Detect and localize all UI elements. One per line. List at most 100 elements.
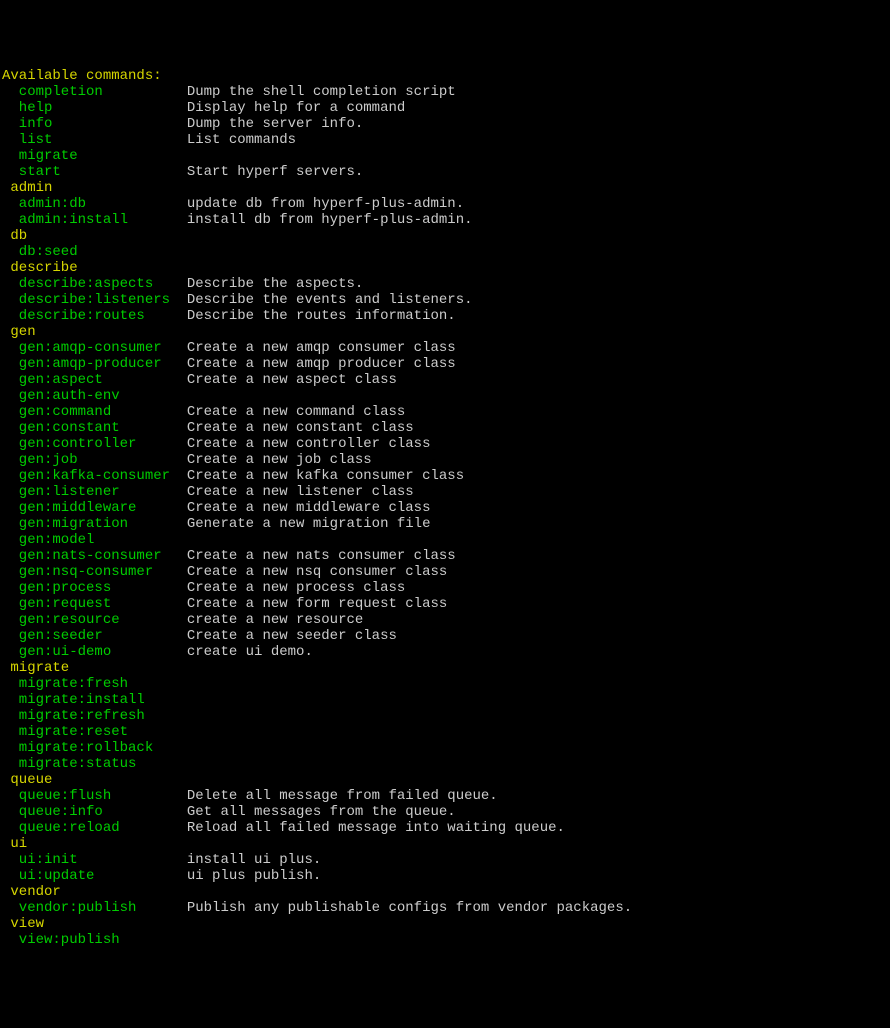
command-row: completion Dump the shell completion scr…	[2, 84, 888, 100]
command-name: completion	[2, 84, 187, 100]
command-name: gen:resource	[2, 612, 187, 628]
command-name: gen:amqp-consumer	[2, 340, 187, 356]
command-description: create ui demo.	[187, 644, 313, 660]
command-description: Create a new job class	[187, 452, 372, 468]
command-name: gen:listener	[2, 484, 187, 500]
command-name: gen:model	[2, 532, 187, 548]
command-description: Create a new seeder class	[187, 628, 397, 644]
command-row: migrate	[2, 148, 888, 164]
command-name: gen:ui-demo	[2, 644, 187, 660]
command-row: admin:install install db from hyperf-plu…	[2, 212, 888, 228]
command-name: gen:command	[2, 404, 187, 420]
command-row: describe:listeners Describe the events a…	[2, 292, 888, 308]
command-name: migrate:reset	[2, 724, 187, 740]
command-row: gen:kafka-consumer Create a new kafka co…	[2, 468, 888, 484]
command-name: gen:nsq-consumer	[2, 564, 187, 580]
command-description: Get all messages from the queue.	[187, 804, 456, 820]
command-name: queue:reload	[2, 820, 187, 836]
command-row: gen:process Create a new process class	[2, 580, 888, 596]
command-name: ui:update	[2, 868, 187, 884]
section-header-admin: admin	[2, 180, 888, 196]
command-description: Create a new nats consumer class	[187, 548, 456, 564]
command-name: describe:routes	[2, 308, 187, 324]
command-name: gen:aspect	[2, 372, 187, 388]
command-row: gen:controller Create a new controller c…	[2, 436, 888, 452]
command-description: create a new resource	[187, 612, 363, 628]
command-description: Create a new process class	[187, 580, 405, 596]
command-name: gen:nats-consumer	[2, 548, 187, 564]
command-description: ui plus publish.	[187, 868, 321, 884]
command-description: Create a new aspect class	[187, 372, 397, 388]
command-description: Publish any publishable configs from ven…	[187, 900, 632, 916]
command-name: queue:info	[2, 804, 187, 820]
command-name: gen:process	[2, 580, 187, 596]
command-name: gen:job	[2, 452, 187, 468]
command-name: gen:kafka-consumer	[2, 468, 187, 484]
command-row: help Display help for a command	[2, 100, 888, 116]
command-row: gen:job Create a new job class	[2, 452, 888, 468]
command-row: view:publish	[2, 932, 888, 948]
command-description: Generate a new migration file	[187, 516, 431, 532]
command-name: db:seed	[2, 244, 187, 260]
command-row: migrate:refresh	[2, 708, 888, 724]
command-name: gen:constant	[2, 420, 187, 436]
command-row: gen:listener Create a new listener class	[2, 484, 888, 500]
command-row: queue:flush Delete all message from fail…	[2, 788, 888, 804]
command-name: gen:amqp-producer	[2, 356, 187, 372]
command-description: Dump the server info.	[187, 116, 363, 132]
command-description: Display help for a command	[187, 100, 405, 116]
commands-header: Available commands:	[2, 68, 888, 84]
command-description: Create a new form request class	[187, 596, 447, 612]
command-name: migrate:install	[2, 692, 187, 708]
section-header-db: db	[2, 228, 888, 244]
command-name: vendor:publish	[2, 900, 187, 916]
command-name: view:publish	[2, 932, 187, 948]
command-row: gen:migration Generate a new migration f…	[2, 516, 888, 532]
command-row: queue:info Get all messages from the que…	[2, 804, 888, 820]
command-row: ui:update ui plus publish.	[2, 868, 888, 884]
command-name: admin:db	[2, 196, 187, 212]
command-description: Describe the aspects.	[187, 276, 363, 292]
command-row: migrate:status	[2, 756, 888, 772]
command-description: Create a new nsq consumer class	[187, 564, 447, 580]
command-name: describe:aspects	[2, 276, 187, 292]
command-name: gen:auth-env	[2, 388, 187, 404]
command-description: Create a new kafka consumer class	[187, 468, 464, 484]
command-row: gen:amqp-consumer Create a new amqp cons…	[2, 340, 888, 356]
command-row: gen:nsq-consumer Create a new nsq consum…	[2, 564, 888, 580]
command-name: gen:request	[2, 596, 187, 612]
section-header-ui: ui	[2, 836, 888, 852]
command-description: Describe the routes information.	[187, 308, 456, 324]
command-row: admin:db update db from hyperf-plus-admi…	[2, 196, 888, 212]
section-header-vendor: vendor	[2, 884, 888, 900]
command-row: migrate:reset	[2, 724, 888, 740]
command-name: migrate	[2, 148, 187, 164]
command-description: update db from hyperf-plus-admin.	[187, 196, 464, 212]
command-name: info	[2, 116, 187, 132]
command-name: migrate:rollback	[2, 740, 187, 756]
command-name: gen:middleware	[2, 500, 187, 516]
section-header-gen: gen	[2, 324, 888, 340]
command-description: Create a new constant class	[187, 420, 414, 436]
command-name: help	[2, 100, 187, 116]
command-row: migrate:rollback	[2, 740, 888, 756]
command-row: queue:reload Reload all failed message i…	[2, 820, 888, 836]
command-name: gen:controller	[2, 436, 187, 452]
command-description: List commands	[187, 132, 296, 148]
command-name: gen:seeder	[2, 628, 187, 644]
command-description: Reload all failed message into waiting q…	[187, 820, 565, 836]
command-description: install db from hyperf-plus-admin.	[187, 212, 473, 228]
command-row: gen:constant Create a new constant class	[2, 420, 888, 436]
command-row: gen:aspect Create a new aspect class	[2, 372, 888, 388]
command-description: install ui plus.	[187, 852, 321, 868]
command-description: Create a new listener class	[187, 484, 414, 500]
command-row: start Start hyperf servers.	[2, 164, 888, 180]
command-row: gen:ui-demo create ui demo.	[2, 644, 888, 660]
command-description: Create a new amqp consumer class	[187, 340, 456, 356]
command-description: Start hyperf servers.	[187, 164, 363, 180]
command-name: list	[2, 132, 187, 148]
command-row: gen:nats-consumer Create a new nats cons…	[2, 548, 888, 564]
command-row: gen:model	[2, 532, 888, 548]
section-header-queue: queue	[2, 772, 888, 788]
command-row: list List commands	[2, 132, 888, 148]
